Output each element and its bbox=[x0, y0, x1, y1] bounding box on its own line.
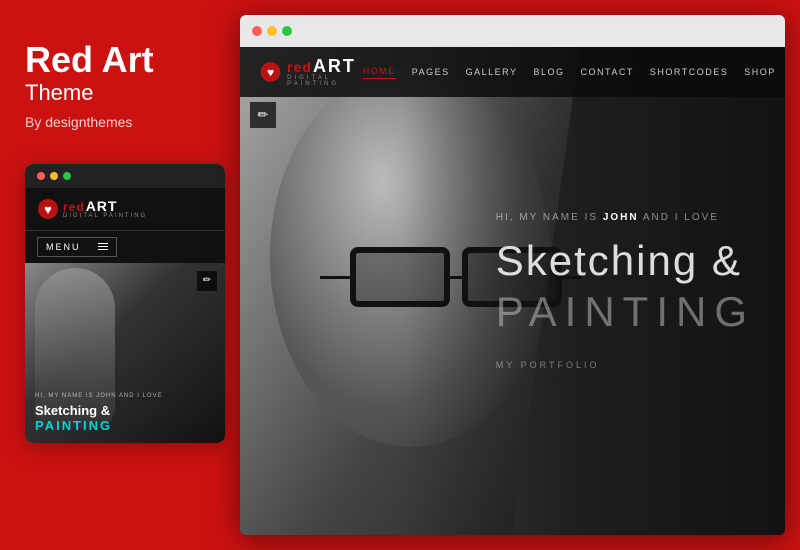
nav-pages[interactable]: PAGES bbox=[412, 67, 450, 77]
theme-subtitle: Theme bbox=[25, 80, 220, 106]
mobile-hi-text: HI, MY NAME IS JOHN AND I LOVE bbox=[35, 393, 215, 399]
mobile-menu-button[interactable]: MENU bbox=[37, 237, 117, 257]
mobile-logo-sub: DIGITAL PAINTING bbox=[63, 213, 147, 219]
nav-home[interactable]: HOME bbox=[363, 66, 396, 79]
desktop-hero-text: HI, MY NAME IS JOHN AND I LOVE Sketching… bbox=[496, 212, 755, 370]
mobile-preview-card: ♥ red ART DIGITAL PAINTING MENU bbox=[25, 164, 225, 443]
hamburger-icon bbox=[98, 243, 108, 250]
mobile-logo-red: red bbox=[63, 201, 85, 213]
desktop-nav: ♥ red ART DIGITAL PAINTING HOME PAGES GA… bbox=[240, 47, 785, 97]
desktop-logo-art: ART bbox=[313, 57, 356, 75]
nav-items: HOME PAGES GALLERY BLOG CONTACT SHORTCOD… bbox=[363, 66, 776, 79]
nav-shop[interactable]: SHOP bbox=[744, 67, 776, 77]
browser-dot-yellow bbox=[267, 26, 277, 36]
desktop-logo: ♥ red ART DIGITAL PAINTING bbox=[260, 57, 363, 87]
right-panel: ♥ red ART DIGITAL PAINTING HOME PAGES GA… bbox=[240, 15, 785, 535]
hero-portfolio-link[interactable]: MY PORTFOLIO bbox=[496, 360, 755, 370]
mobile-logo-area: ♥ red ART DIGITAL PAINTING bbox=[25, 188, 225, 230]
theme-by: By designthemes bbox=[25, 114, 220, 130]
menu-label: MENU bbox=[46, 242, 81, 252]
browser-dot-green bbox=[282, 26, 292, 36]
pencil-icon-desktop[interactable]: ✏ bbox=[250, 102, 276, 128]
mobile-sketching-text: Sketching & bbox=[35, 403, 215, 418]
dot-yellow bbox=[50, 172, 58, 180]
dot-green bbox=[63, 172, 71, 180]
theme-title: Red Art bbox=[25, 40, 220, 80]
svg-text:♥: ♥ bbox=[44, 202, 52, 217]
hero-hi-line: HI, MY NAME IS JOHN AND I LOVE bbox=[496, 212, 755, 223]
browser-dot-red bbox=[252, 26, 262, 36]
brand-icon-mobile: ♥ bbox=[37, 198, 59, 220]
mobile-menu-bar: MENU bbox=[25, 230, 225, 263]
mobile-hero-text: HI, MY NAME IS JOHN AND I LOVE Sketching… bbox=[35, 393, 215, 433]
nav-gallery[interactable]: GALLERY bbox=[466, 67, 518, 77]
hero-love: AND I LOVE bbox=[643, 212, 719, 223]
pencil-icon-mobile[interactable]: ✏ bbox=[197, 271, 217, 291]
nav-blog[interactable]: BLOG bbox=[534, 67, 565, 77]
nav-contact[interactable]: CONTACT bbox=[581, 67, 634, 77]
mobile-card-chrome bbox=[25, 164, 225, 188]
desktop-logo-red: red bbox=[287, 60, 312, 74]
mobile-hero: ✏ HI, MY NAME IS JOHN AND I LOVE Sketchi… bbox=[25, 263, 225, 443]
mobile-dots bbox=[37, 172, 71, 180]
dot-red bbox=[37, 172, 45, 180]
nav-shortcodes[interactable]: SHORTCODES bbox=[650, 67, 728, 77]
svg-text:♥: ♥ bbox=[267, 66, 274, 80]
mobile-painting-text: PAINTING bbox=[35, 418, 215, 433]
mobile-logo-art: ART bbox=[86, 199, 118, 213]
desktop-logo-sub: DIGITAL PAINTING bbox=[287, 75, 363, 87]
hero-name: JOHN bbox=[603, 212, 639, 223]
hero-painting-text: PAINTING bbox=[496, 289, 755, 335]
left-panel: Red Art Theme By designthemes ♥ bbox=[0, 0, 240, 550]
mobile-logo: ♥ red ART DIGITAL PAINTING bbox=[37, 198, 147, 220]
browser-chrome bbox=[240, 15, 785, 47]
brand-icon-desktop: ♥ bbox=[260, 58, 281, 86]
browser-dots bbox=[252, 26, 292, 36]
hero-hi-prefix: HI, MY NAME IS bbox=[496, 212, 598, 223]
browser-content: ♥ red ART DIGITAL PAINTING HOME PAGES GA… bbox=[240, 47, 785, 535]
hero-sketching-text: Sketching & bbox=[496, 238, 755, 284]
